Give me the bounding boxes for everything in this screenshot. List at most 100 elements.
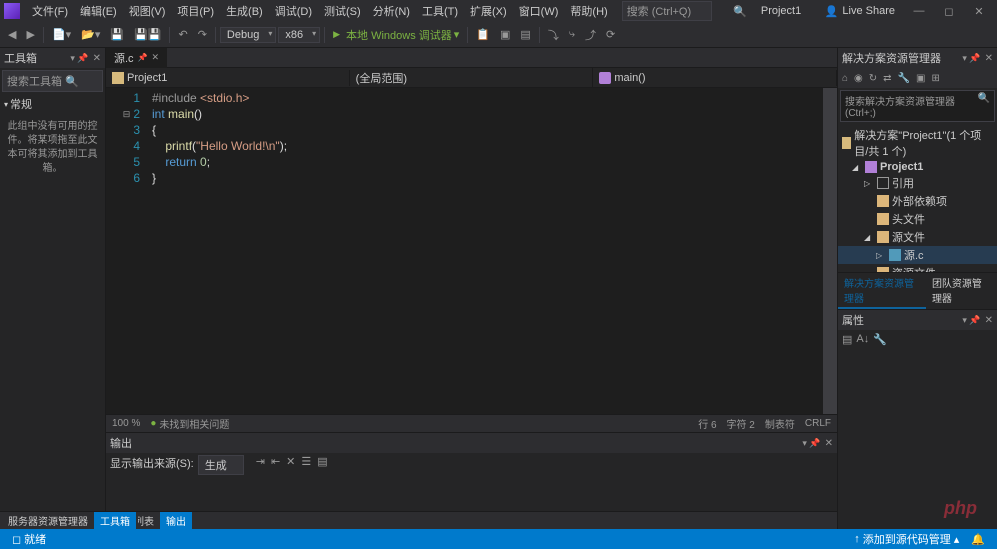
- quick-search-input[interactable]: 搜索 (Ctrl+Q): [622, 1, 712, 21]
- fold-icon[interactable]: ⊟: [123, 106, 131, 122]
- menu-edit[interactable]: 编辑(E): [74, 1, 123, 21]
- nav-back-button[interactable]: ◀: [4, 26, 20, 43]
- tab-server-explorer[interactable]: 服务器资源管理器: [2, 512, 94, 529]
- close-icon[interactable]: ✕: [985, 315, 993, 326]
- output-tool-icon[interactable]: ✕: [286, 455, 295, 468]
- code-area[interactable]: #include <stdio.h> int main() { printf("…: [148, 88, 837, 414]
- save-all-button[interactable]: 💾💾: [130, 26, 165, 43]
- open-button[interactable]: 📂▾: [77, 26, 104, 43]
- menu-test[interactable]: 测试(S): [318, 1, 367, 21]
- alphabetical-icon[interactable]: A↓: [856, 333, 869, 346]
- indent-mode[interactable]: 制表符: [765, 416, 795, 431]
- folder-icon: [877, 231, 889, 243]
- sol-tool-icon[interactable]: ↻: [867, 72, 879, 85]
- maximize-button[interactable]: ◻: [935, 5, 963, 18]
- solution-toolbar: ⌂ ◉ ↻ ⇄ 🔧 ▣ ⊞: [838, 68, 997, 88]
- properties-header: 属性 ▾ 📌 ✕: [838, 310, 997, 330]
- menu-view[interactable]: 视图(V): [123, 1, 172, 21]
- undo-button[interactable]: ↶: [174, 26, 191, 43]
- tree-source-file[interactable]: ▷源.c: [838, 246, 997, 264]
- menu-tools[interactable]: 工具(T): [416, 1, 464, 21]
- nav-forward-button[interactable]: ▶: [22, 26, 38, 43]
- tb-icon-1[interactable]: 📋: [472, 26, 494, 43]
- nav-function[interactable]: main(): [593, 70, 837, 86]
- tree-resources[interactable]: 资源文件: [838, 264, 997, 272]
- output-tool-icon[interactable]: ☰: [301, 455, 311, 468]
- tab-solution-explorer[interactable]: 解决方案资源管理器: [838, 273, 926, 309]
- tree-headers[interactable]: 头文件: [838, 210, 997, 228]
- home-icon[interactable]: ⌂: [840, 72, 850, 85]
- close-window-button[interactable]: ✕: [965, 5, 993, 18]
- menu-extensions[interactable]: 扩展(X): [464, 1, 513, 21]
- close-icon[interactable]: ✕: [985, 53, 993, 64]
- close-icon[interactable]: ✕: [825, 438, 833, 449]
- pin-icon[interactable]: ▾ 📌: [802, 438, 820, 449]
- close-icon[interactable]: ✕: [93, 53, 101, 64]
- platform-dropdown[interactable]: x86: [278, 27, 320, 43]
- start-debug-button[interactable]: 本地 Windows 调试器 ▾: [329, 25, 463, 45]
- tb-icon-7[interactable]: ⟳: [602, 26, 619, 43]
- notifications-icon[interactable]: 🔔: [965, 533, 991, 546]
- props-tool-icon[interactable]: 🔧: [873, 333, 887, 346]
- step-into-button[interactable]: ⤷: [565, 26, 579, 43]
- toolbox-section-general[interactable]: 常规: [0, 94, 105, 114]
- tree-external-deps[interactable]: 外部依赖项: [838, 192, 997, 210]
- output-toolbar: ⇥ ⇤ ✕ ☰ ▤: [256, 455, 328, 468]
- categorize-icon[interactable]: ▤: [842, 333, 852, 346]
- step-out-button[interactable]: ⤴: [581, 25, 600, 45]
- nav-scope[interactable]: (全局范围): [350, 68, 594, 88]
- menu-window[interactable]: 窗口(W): [513, 1, 565, 21]
- minimize-button[interactable]: —: [905, 5, 933, 18]
- issues-indicator[interactable]: ●未找到相关问题: [150, 416, 229, 431]
- output-tool-icon[interactable]: ⇥: [256, 455, 265, 468]
- tb-icon-2[interactable]: ▣: [496, 26, 514, 43]
- tree-project[interactable]: ◢Project1: [838, 160, 997, 174]
- pin-icon[interactable]: ▾ 📌: [70, 53, 88, 64]
- sol-tool-icon[interactable]: ◉: [852, 72, 865, 85]
- output-tool-icon[interactable]: ▤: [317, 455, 327, 468]
- tree-sources[interactable]: ◢源文件: [838, 228, 997, 246]
- save-button[interactable]: 💾: [106, 26, 128, 43]
- sol-tool-icon[interactable]: ⊞: [929, 72, 941, 85]
- toolbox-search-input[interactable]: 搜索工具箱 🔍: [2, 70, 103, 92]
- solution-search-input[interactable]: 搜索解决方案资源管理器(Ctrl+;)🔍: [840, 90, 995, 122]
- solution-icon: [842, 137, 851, 149]
- new-item-button[interactable]: 📄▾: [48, 26, 75, 43]
- sol-tool-icon[interactable]: ▣: [914, 72, 927, 85]
- zoom-level[interactable]: 100 %: [112, 418, 140, 429]
- menu-build[interactable]: 生成(B): [220, 1, 269, 21]
- menu-help[interactable]: 帮助(H): [564, 1, 613, 21]
- tab-output[interactable]: 输出: [160, 512, 192, 529]
- output-tool-icon[interactable]: ⇤: [271, 455, 280, 468]
- menu-project[interactable]: 项目(P): [171, 1, 220, 21]
- tb-icon-3[interactable]: ▤: [516, 26, 534, 43]
- nav-project[interactable]: Project1: [106, 70, 350, 86]
- eol-mode[interactable]: CRLF: [805, 418, 831, 429]
- code-editor[interactable]: 1 ⊟2 3 4 5 6 #include <stdio.h> int main…: [106, 88, 837, 414]
- folder-icon: [877, 213, 889, 225]
- tab-toolbox[interactable]: 工具箱: [94, 512, 136, 529]
- tree-references[interactable]: ▷引用: [838, 174, 997, 192]
- tab-close-icon[interactable]: ✕: [152, 52, 160, 63]
- sol-tool-icon[interactable]: 🔧: [896, 72, 912, 85]
- output-source-dropdown[interactable]: 生成: [198, 455, 244, 475]
- references-icon: [877, 177, 889, 189]
- pin-icon[interactable]: ▾ 📌: [962, 53, 980, 64]
- menu-analyze[interactable]: 分析(N): [367, 1, 416, 21]
- vertical-scrollbar[interactable]: [823, 88, 837, 414]
- sol-tool-icon[interactable]: ⇄: [881, 72, 893, 85]
- pin-icon[interactable]: ▾ 📌: [962, 315, 980, 326]
- tab-pin-icon[interactable]: 📌: [138, 53, 148, 62]
- config-dropdown[interactable]: Debug: [220, 27, 276, 43]
- source-control-button[interactable]: ↑ 添加到源代码管理 ▴: [848, 531, 965, 547]
- tree-solution-root[interactable]: 解决方案"Project1"(1 个项目/共 1 个): [838, 126, 997, 160]
- live-share-button[interactable]: 👤 Live Share: [817, 5, 903, 18]
- menu-file[interactable]: 文件(F): [26, 1, 74, 21]
- menu-debug[interactable]: 调试(D): [269, 1, 318, 21]
- cursor-col: 字符 2: [727, 416, 755, 431]
- redo-button[interactable]: ↷: [194, 26, 211, 43]
- search-icon[interactable]: 🔍: [727, 5, 753, 18]
- tab-team-explorer[interactable]: 团队资源管理器: [926, 273, 997, 309]
- file-tab-active[interactable]: 源.c 📌 ✕: [106, 48, 167, 68]
- step-over-button[interactable]: ⤵: [544, 25, 563, 45]
